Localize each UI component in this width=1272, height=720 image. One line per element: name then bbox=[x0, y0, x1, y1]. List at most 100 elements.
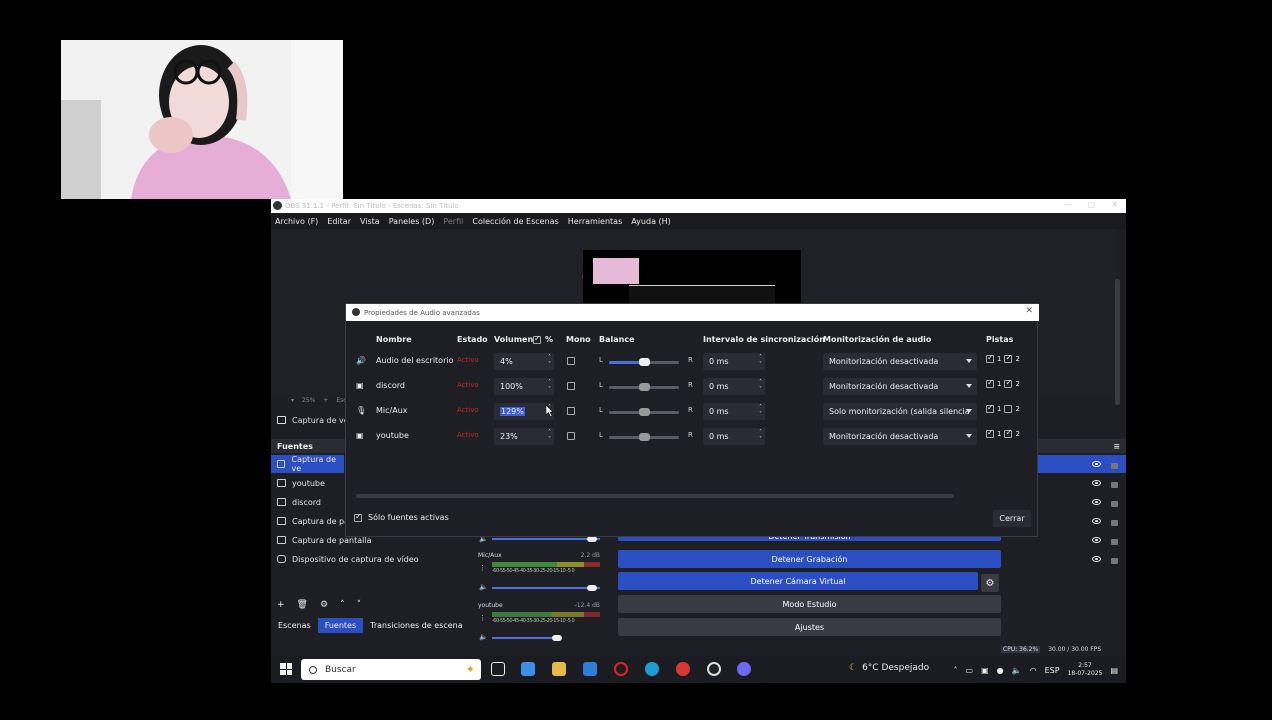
spin-arrows-icon[interactable]: ˄˅ bbox=[548, 354, 551, 368]
maximize-icon[interactable]: ▢ bbox=[1088, 200, 1096, 209]
tab-fuentes[interactable]: Fuentes bbox=[317, 617, 364, 633]
track-2-checkbox[interactable] bbox=[1004, 405, 1013, 413]
volume-spinbox[interactable]: 129%˄˅ bbox=[494, 403, 554, 420]
eye-icon[interactable] bbox=[1092, 556, 1101, 562]
active-only-toggle[interactable]: Sólo fuentes activas bbox=[354, 512, 449, 522]
track-1-checkbox[interactable] bbox=[986, 403, 994, 413]
lock-icon[interactable] bbox=[1111, 463, 1118, 469]
menu-archivo[interactable]: Archivo (F) bbox=[275, 217, 318, 226]
camera-icon[interactable]: ▣ bbox=[981, 666, 989, 675]
move-down-icon[interactable]: ˅ bbox=[357, 600, 362, 610]
balance-knob[interactable] bbox=[639, 358, 650, 366]
discord-app-icon[interactable] bbox=[737, 662, 751, 676]
stop-record-button[interactable]: Detener Grabación bbox=[618, 550, 1001, 568]
windows-start-icon[interactable] bbox=[280, 663, 292, 675]
taskbar-search[interactable]: Buscar ✦ bbox=[301, 659, 481, 680]
monitoring-dropdown[interactable]: Monitorización desactivada bbox=[823, 353, 977, 370]
balance-slider[interactable] bbox=[609, 433, 679, 441]
mono-checkbox[interactable] bbox=[567, 357, 575, 365]
lock-icon[interactable] bbox=[1111, 501, 1118, 507]
lock-icon[interactable] bbox=[1111, 539, 1118, 545]
lock-icon[interactable] bbox=[1111, 482, 1118, 488]
volume-spinbox[interactable]: 23% ˄ ˅ bbox=[494, 428, 554, 445]
studio-mode-button[interactable]: Modo Estudio bbox=[618, 595, 1001, 613]
weather-widget[interactable]: ☾ 6°C Despejado bbox=[849, 663, 929, 673]
menu-paneles[interactable]: Paneles (D) bbox=[389, 217, 435, 226]
file-explorer-icon[interactable] bbox=[552, 662, 566, 676]
monitoring-dropdown[interactable]: Monitorización desactivada bbox=[823, 428, 977, 445]
move-up-icon[interactable]: ˄ bbox=[340, 600, 345, 610]
copilot-app-icon[interactable] bbox=[521, 662, 535, 676]
eye-icon[interactable] bbox=[1092, 518, 1101, 524]
preview-scrollbar[interactable] bbox=[1115, 279, 1120, 405]
menu-vista[interactable]: Vista bbox=[360, 217, 380, 226]
battery-icon[interactable]: ▭ bbox=[966, 666, 974, 675]
spin-arrows-icon[interactable]: ˄˅ bbox=[548, 429, 551, 443]
speaker-icon[interactable]: 🔈 bbox=[479, 633, 488, 641]
sync-offset-spinbox[interactable]: 0 ms ˄ ˅ bbox=[703, 403, 765, 420]
source-settings-icon[interactable]: ⚙ bbox=[320, 600, 328, 610]
opera-app-icon[interactable] bbox=[614, 662, 628, 676]
lock-icon[interactable] bbox=[1111, 520, 1118, 526]
notification-icon[interactable]: ▤ bbox=[1110, 666, 1118, 675]
virtual-cam-settings-button[interactable]: ⚙ bbox=[981, 574, 999, 592]
monitoring-dropdown[interactable]: Solo monitorización (salida silencia bbox=[823, 403, 977, 420]
active-only-checkbox[interactable] bbox=[354, 512, 362, 522]
balance-knob[interactable] bbox=[639, 383, 650, 391]
menu-editar[interactable]: Editar bbox=[327, 217, 351, 226]
store-app-icon[interactable] bbox=[583, 662, 597, 676]
mono-checkbox[interactable] bbox=[567, 432, 575, 440]
edge-app-icon[interactable] bbox=[645, 662, 659, 676]
add-source-icon[interactable]: + bbox=[277, 600, 285, 610]
mixer-fader[interactable] bbox=[492, 587, 600, 589]
spin-arrows-icon[interactable]: ˄˅ bbox=[759, 379, 762, 393]
balance-knob[interactable] bbox=[639, 433, 650, 441]
source-item[interactable]: Captura de ve bbox=[271, 455, 344, 473]
volume-spinbox[interactable]: 4% ˄ ˅ bbox=[494, 353, 554, 370]
chevron-up-icon[interactable]: ˄ bbox=[954, 666, 958, 675]
close-icon[interactable]: ✕ bbox=[1111, 200, 1118, 209]
preview-canvas[interactable] bbox=[583, 250, 801, 310]
menu-perfil[interactable]: Perfil bbox=[443, 217, 463, 226]
tab-escenas[interactable]: Escenas bbox=[271, 618, 318, 633]
menu-herramientas[interactable]: Herramientas bbox=[568, 217, 623, 226]
zoom-in-icon[interactable]: + bbox=[323, 397, 328, 404]
spin-arrows-icon[interactable]: ˄˅ bbox=[759, 404, 762, 418]
eye-icon[interactable] bbox=[1092, 480, 1101, 486]
mixer-fader[interactable] bbox=[492, 538, 600, 540]
volume-percent-checkbox[interactable] bbox=[533, 334, 541, 344]
volume-icon[interactable]: 🔈 bbox=[1012, 666, 1022, 675]
remove-source-icon[interactable]: 🗑 bbox=[297, 600, 308, 610]
monitoring-dropdown[interactable]: Monitorización desactivada bbox=[823, 378, 977, 395]
panel-menu-icon[interactable]: ≡ bbox=[1113, 442, 1120, 451]
balance-knob[interactable] bbox=[639, 408, 650, 416]
kebab-menu-icon[interactable]: ⋮ bbox=[479, 614, 487, 622]
close-icon[interactable]: ✕ bbox=[1025, 306, 1033, 316]
mixer-fader-knob[interactable] bbox=[587, 585, 597, 591]
close-button[interactable]: Cerrar bbox=[993, 510, 1031, 527]
track-1-checkbox[interactable] bbox=[986, 378, 994, 388]
track-2-checkbox[interactable] bbox=[1004, 353, 1013, 363]
settings-button[interactable]: Ajustes bbox=[618, 618, 1001, 636]
chrome-app-icon[interactable] bbox=[676, 662, 690, 676]
speaker-icon[interactable]: 🔈 bbox=[479, 583, 488, 591]
eye-icon[interactable] bbox=[1092, 537, 1101, 543]
menu-coleccion[interactable]: Colección de Escenas bbox=[472, 217, 558, 226]
clock[interactable]: 2:57 18-07-2025 bbox=[1068, 662, 1103, 678]
sync-offset-spinbox[interactable]: 0 ms ˄ ˅ bbox=[703, 353, 765, 370]
track-2-checkbox[interactable] bbox=[1004, 428, 1013, 438]
mixer-fader-knob[interactable] bbox=[552, 635, 562, 641]
balance-slider[interactable] bbox=[609, 408, 679, 416]
task-view-icon[interactable] bbox=[491, 662, 505, 676]
spin-arrows-icon[interactable]: ˄˅ bbox=[548, 379, 551, 393]
mic-icon[interactable]: ● bbox=[997, 666, 1004, 675]
track-1-checkbox[interactable] bbox=[986, 428, 994, 438]
mono-checkbox[interactable] bbox=[567, 382, 575, 390]
tab-transiciones[interactable]: Transiciones de escena bbox=[363, 618, 470, 633]
volume-spinbox[interactable]: 100% ˄ ˅ bbox=[494, 378, 554, 395]
mono-checkbox[interactable] bbox=[567, 407, 575, 415]
zoom-out-icon[interactable]: ▾ bbox=[291, 397, 294, 404]
source-item[interactable]: Dispositivo de captura de vídeo bbox=[271, 550, 476, 568]
lock-icon[interactable] bbox=[1111, 558, 1118, 564]
sync-offset-spinbox[interactable]: 0 ms ˄ ˅ bbox=[703, 428, 765, 445]
